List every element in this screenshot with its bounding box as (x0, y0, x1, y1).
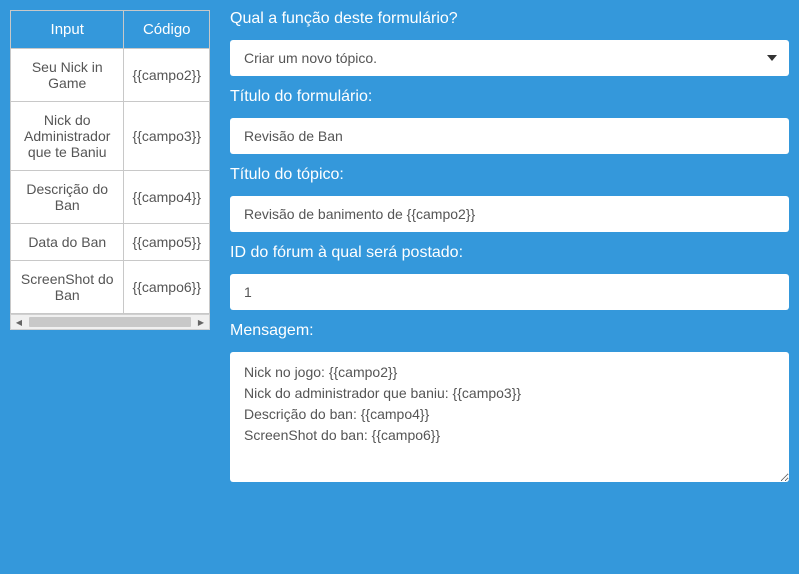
table-cell-input: Nick do Administrador que te Baniu (11, 102, 124, 171)
table-cell-input: ScreenShot do Ban (11, 261, 124, 314)
table-cell-code: {{campo3}} (124, 102, 210, 171)
table-cell-code: {{campo4}} (124, 171, 210, 224)
table-cell-code: {{campo2}} (124, 49, 210, 102)
message-textarea[interactable] (230, 352, 789, 482)
topic-title-label: Título do tópico: (230, 166, 789, 184)
table-header-code: Código (124, 11, 210, 49)
title-label: Título do formulário: (230, 88, 789, 106)
scroll-right-icon[interactable]: ▶ (193, 315, 209, 329)
right-panel: Qual a função deste formulário? Criar um… (230, 10, 789, 564)
forum-id-input[interactable] (230, 274, 789, 310)
scrollbar-thumb[interactable] (29, 317, 191, 327)
title-input[interactable] (230, 118, 789, 154)
left-panel: Input Código Seu Nick in Game {{campo2}}… (10, 10, 210, 564)
table-row: ScreenShot do Ban {{campo6}} (11, 261, 210, 314)
table-header-input: Input (11, 11, 124, 49)
table-cell-input: Seu Nick in Game (11, 49, 124, 102)
table-row: Seu Nick in Game {{campo2}} (11, 49, 210, 102)
table-cell-code: {{campo5}} (124, 224, 210, 261)
function-label: Qual a função deste formulário? (230, 10, 789, 28)
table-cell-input: Data do Ban (11, 224, 124, 261)
scroll-left-icon[interactable]: ◀ (11, 315, 27, 329)
table-cell-code: {{campo6}} (124, 261, 210, 314)
forum-id-label: ID do fórum à qual será postado: (230, 244, 789, 262)
table-cell-input: Descrição do Ban (11, 171, 124, 224)
table-row: Data do Ban {{campo5}} (11, 224, 210, 261)
codes-table: Input Código Seu Nick in Game {{campo2}}… (10, 10, 210, 314)
table-row: Descrição do Ban {{campo4}} (11, 171, 210, 224)
function-select[interactable]: Criar um novo tópico. (230, 40, 789, 76)
table-wrapper: Input Código Seu Nick in Game {{campo2}}… (10, 10, 210, 314)
horizontal-scrollbar[interactable]: ◀ ▶ (10, 314, 210, 330)
message-label: Mensagem: (230, 322, 789, 340)
topic-title-input[interactable] (230, 196, 789, 232)
table-row: Nick do Administrador que te Baniu {{cam… (11, 102, 210, 171)
